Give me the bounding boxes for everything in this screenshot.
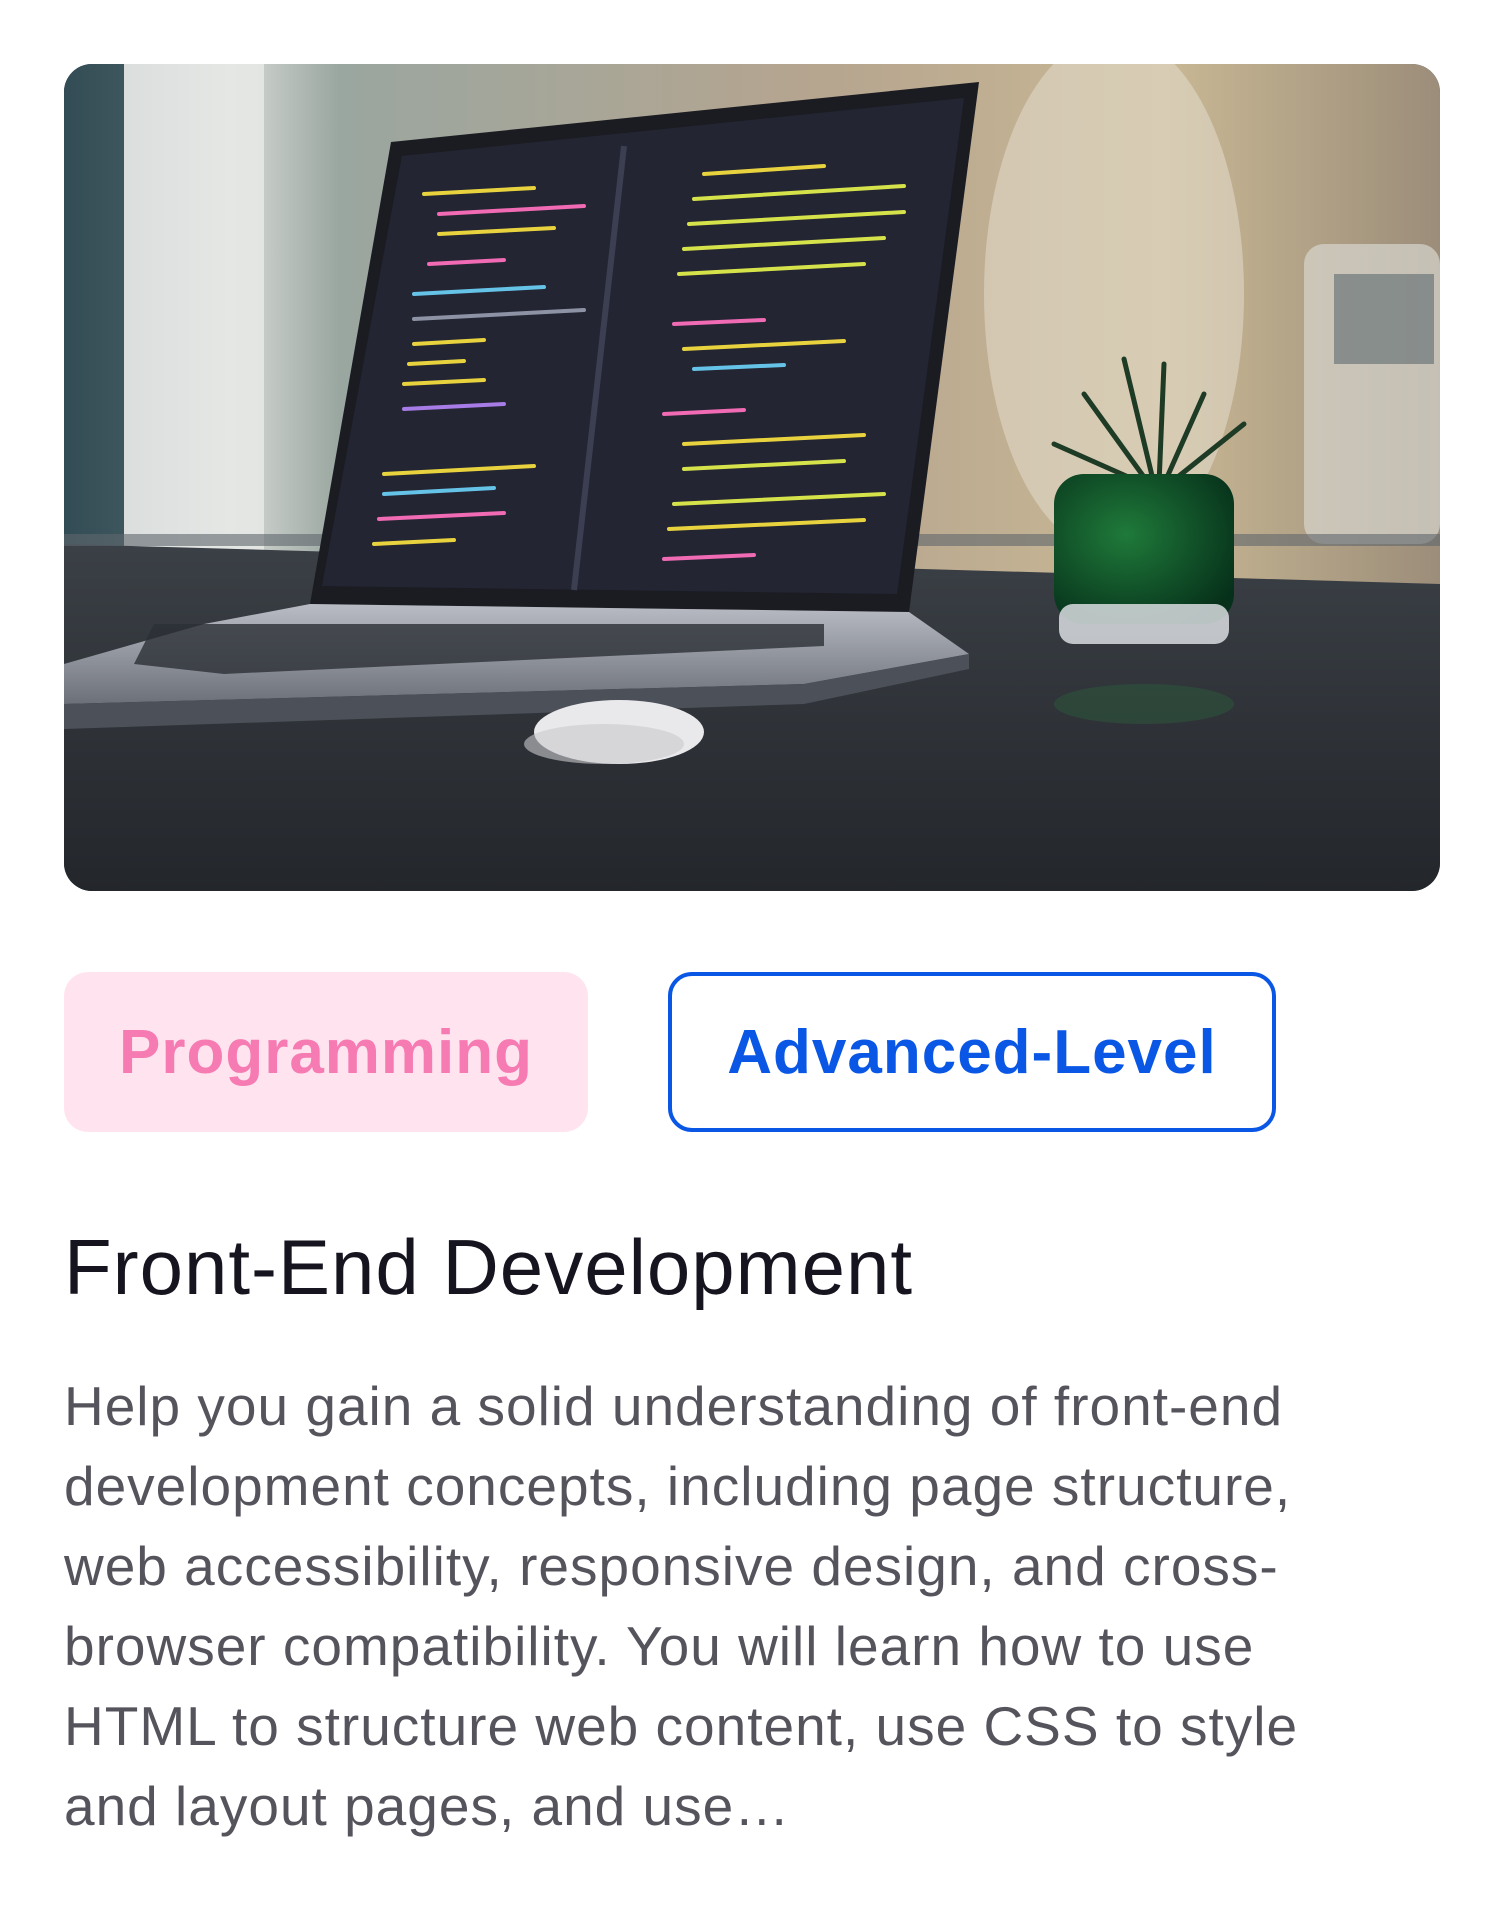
category-tag[interactable]: Programming: [64, 972, 588, 1132]
level-tag[interactable]: Advanced-Level: [668, 972, 1276, 1132]
course-hero-image: [64, 64, 1440, 891]
course-title[interactable]: Front-End Development: [64, 1222, 913, 1313]
course-card[interactable]: Programming Advanced-Level Front-End Dev…: [0, 0, 1504, 1908]
course-tags: Programming Advanced-Level: [64, 972, 1276, 1132]
course-description: Help you gain a solid understanding of f…: [64, 1375, 1299, 1837]
